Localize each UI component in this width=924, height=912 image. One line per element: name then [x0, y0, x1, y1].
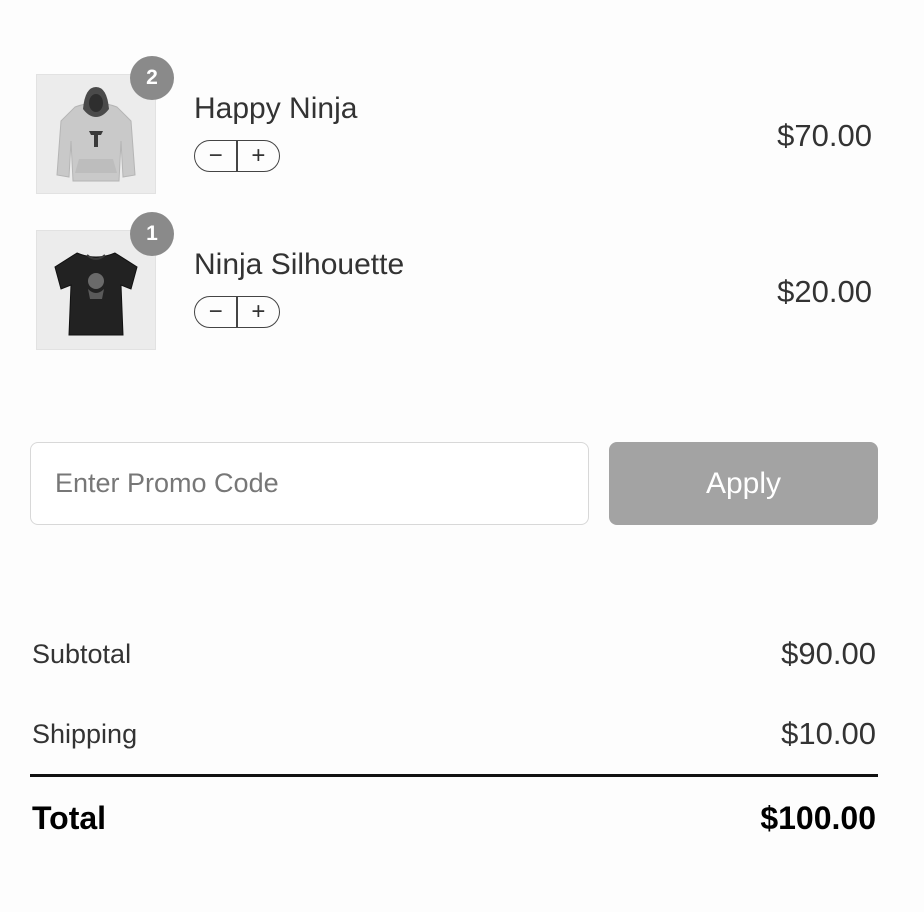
subtotal-label: Subtotal	[32, 638, 132, 669]
quantity-stepper: − +	[194, 296, 280, 328]
subtotal-value: $90.00	[781, 636, 876, 671]
shipping-row: Shipping $10.00	[32, 716, 876, 752]
subtotal-row: Subtotal $90.00	[32, 636, 876, 672]
apply-promo-button[interactable]: Apply	[609, 442, 878, 525]
quantity-badge: 2	[130, 56, 174, 100]
total-label: Total	[32, 800, 107, 836]
total-value: $100.00	[760, 800, 876, 836]
shipping-label: Shipping	[32, 718, 138, 749]
increase-quantity-button[interactable]: +	[238, 297, 279, 327]
total-row: Total $100.00	[32, 800, 876, 837]
cart-item: 1 Ninja Silhouette − + $20.00	[0, 212, 924, 360]
shipping-value: $10.00	[781, 716, 876, 751]
product-name[interactable]: Happy Ninja	[194, 92, 357, 126]
cart-item: 2 Happy Ninja − + $70.00	[0, 56, 924, 204]
product-name[interactable]: Ninja Silhouette	[194, 248, 404, 282]
quantity-badge: 1	[130, 212, 174, 256]
total-divider	[30, 774, 878, 777]
decrease-quantity-button[interactable]: −	[195, 297, 236, 327]
product-price: $20.00	[777, 274, 872, 309]
increase-quantity-button[interactable]: +	[238, 141, 279, 171]
promo-code-input[interactable]	[30, 442, 589, 525]
decrease-quantity-button[interactable]: −	[195, 141, 236, 171]
product-price: $70.00	[777, 118, 872, 153]
quantity-stepper: − +	[194, 140, 280, 172]
